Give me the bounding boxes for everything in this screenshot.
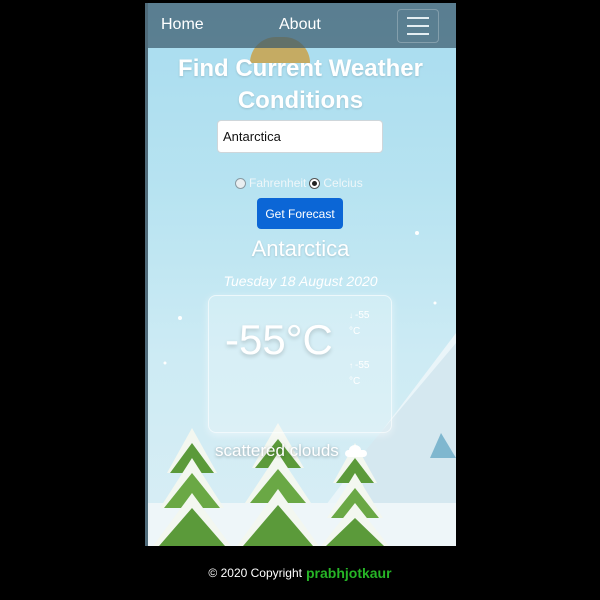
- app-screen: Home About Find Current Weather Conditio…: [145, 3, 456, 546]
- fahrenheit-label: Fahrenheit: [249, 176, 307, 190]
- celcius-radio[interactable]: [309, 177, 321, 189]
- arrow-up-icon: ↑: [349, 361, 353, 370]
- copyright-text: © 2020 Copyright: [208, 566, 302, 580]
- menu-toggle-button[interactable]: [397, 9, 439, 43]
- snowflake: [163, 361, 167, 365]
- cloud-icon: [344, 445, 367, 457]
- hamburger-icon: [407, 33, 429, 35]
- nav-about-link[interactable]: About: [279, 16, 321, 34]
- snowflake: [178, 316, 182, 320]
- nav-home-link[interactable]: Home: [161, 16, 204, 34]
- min-temperature: ↑ -55 °C: [349, 358, 369, 390]
- city-name: Antarctica: [251, 236, 350, 261]
- author-link[interactable]: prabhjotkaur: [306, 565, 392, 581]
- max-temp-value: -55: [355, 310, 370, 321]
- min-temp-value: -55: [355, 360, 370, 371]
- page-title: Find Current Weather Conditions: [178, 55, 423, 114]
- forecast-date: Tuesday 18 August 2020: [223, 273, 378, 289]
- weather-description-text: scattered clouds: [215, 441, 339, 460]
- snowflake: [415, 231, 419, 235]
- hamburger-icon: [407, 17, 429, 19]
- footer: © 2020 Copyright prabhjotkaur: [0, 546, 600, 600]
- current-temperature: -55°C: [225, 316, 333, 363]
- arrow-down-icon: ↓: [349, 311, 353, 320]
- fahrenheit-radio[interactable]: [235, 177, 246, 189]
- location-input[interactable]: [217, 120, 383, 153]
- min-temp-unit: °C: [349, 376, 361, 387]
- mountain-peak-small: [430, 433, 456, 458]
- weather-description: scattered clouds: [215, 441, 367, 461]
- screen-edge: [145, 3, 148, 546]
- snowflake: [433, 301, 437, 305]
- navbar: Home About: [145, 3, 456, 48]
- get-forecast-button[interactable]: Get Forecast: [257, 198, 343, 229]
- hamburger-icon: [407, 25, 429, 27]
- weather-card: -55°C ↓ -55 °C ↑ -55 °C: [208, 295, 392, 433]
- max-temp-unit: °C: [349, 326, 361, 337]
- max-temperature: ↓ -55 °C: [349, 308, 369, 340]
- unit-selector: Fahrenheit Celcius: [235, 175, 366, 191]
- celcius-label: Celcius: [323, 176, 363, 190]
- snow-ground: [145, 503, 456, 546]
